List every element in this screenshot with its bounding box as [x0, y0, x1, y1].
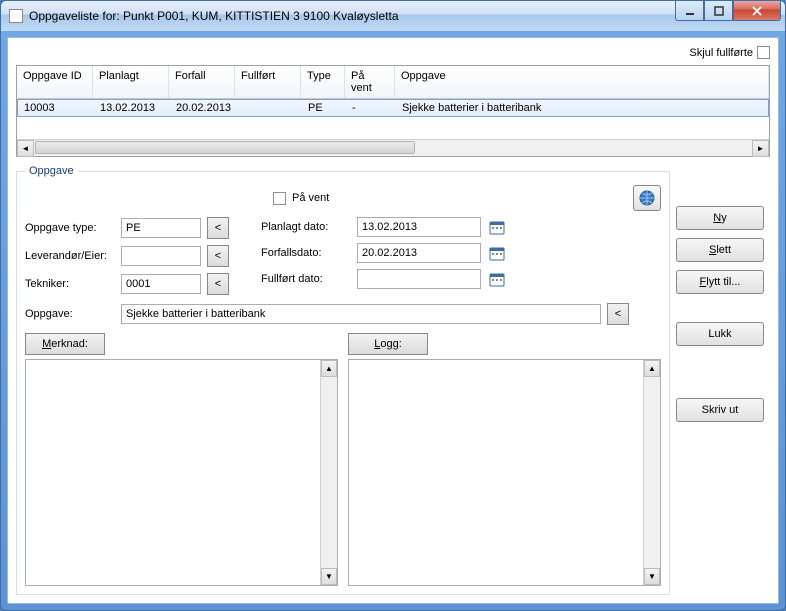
scroll-up-icon[interactable]: ▲	[321, 360, 337, 377]
calendar-icon	[489, 245, 505, 261]
col-due[interactable]: Forfall	[169, 66, 235, 98]
minimize-button[interactable]	[675, 1, 704, 21]
calendar-icon	[489, 219, 505, 235]
due-date-label: Forfallsdato:	[261, 247, 351, 259]
onhold-checkbox[interactable]	[273, 192, 286, 205]
table-row[interactable]: 10003 13.02.2013 20.02.2013 PE - Sjekke …	[17, 99, 769, 117]
completed-date-label: Fullført dato:	[261, 273, 351, 285]
tech-input[interactable]	[121, 274, 201, 294]
col-onhold[interactable]: På vent	[345, 66, 395, 98]
globe-button[interactable]	[633, 185, 661, 211]
col-planned[interactable]: Planlagt	[93, 66, 169, 98]
onhold-label: På vent	[292, 192, 329, 204]
cell-completed	[236, 100, 302, 116]
close-task-button[interactable]: Lukk	[676, 322, 764, 346]
minimize-icon	[685, 6, 695, 16]
planned-date-label: Planlagt dato:	[261, 221, 351, 233]
cell-task: Sjekke batterier i batteribank	[396, 100, 768, 116]
task-grid[interactable]: Oppgave ID Planlagt Forfall Fullført Typ…	[16, 65, 770, 157]
col-type[interactable]: Type	[301, 66, 345, 98]
cell-type: PE	[302, 100, 346, 116]
horizontal-scrollbar[interactable]: ◄ ►	[17, 139, 769, 156]
cell-due: 20.02.2013	[170, 100, 236, 116]
app-window: Oppgaveliste for: Punkt P001, KUM, KITTI…	[0, 0, 786, 611]
new-button[interactable]: Ny	[676, 206, 764, 230]
globe-icon	[638, 189, 656, 207]
titlebar[interactable]: Oppgaveliste for: Punkt P001, KUM, KITTI…	[1, 1, 785, 31]
scroll-thumb[interactable]	[35, 141, 415, 154]
hide-completed-label: Skjul fullførte	[689, 47, 753, 59]
vendor-label: Leverandør/Eier:	[25, 250, 115, 262]
planned-date-input[interactable]	[357, 217, 481, 237]
grid-header: Oppgave ID Planlagt Forfall Fullført Typ…	[17, 66, 769, 99]
due-calendar-button[interactable]	[487, 243, 507, 263]
maximize-button[interactable]	[704, 1, 733, 21]
planned-calendar-button[interactable]	[487, 217, 507, 237]
type-label: Oppgave type:	[25, 222, 115, 234]
window-controls	[675, 1, 781, 21]
form-grid: Oppgave type: < Leverandør/Eier: < Tekni…	[25, 217, 661, 295]
col-id[interactable]: Oppgave ID	[17, 66, 93, 98]
hide-completed-checkbox[interactable]	[757, 46, 770, 59]
cell-id: 10003	[18, 100, 94, 116]
task-input[interactable]	[121, 304, 601, 324]
task-label: Oppgave:	[25, 308, 115, 320]
scroll-right-icon[interactable]: ►	[752, 140, 769, 157]
col-task[interactable]: Oppgave	[395, 66, 769, 98]
cell-planned: 13.02.2013	[94, 100, 170, 116]
move-button[interactable]: Flytt til...	[676, 270, 764, 294]
note-button[interactable]: Merknad:	[25, 333, 105, 355]
app-icon	[9, 9, 23, 23]
log-scrollbar[interactable]: ▲ ▼	[643, 360, 660, 585]
close-icon	[751, 6, 763, 16]
notes-log-section: Merknad: ▲ ▼ Logg: ▲ ▼	[25, 333, 661, 586]
scroll-left-icon[interactable]: ◄	[17, 140, 34, 157]
scroll-track[interactable]	[34, 140, 752, 157]
task-legend: Oppgave	[25, 165, 78, 177]
close-button[interactable]	[733, 1, 781, 21]
action-buttons: Ny Slett Flytt til... Lukk Skriv ut	[676, 206, 764, 422]
onhold-row: På vent	[273, 192, 329, 205]
tech-lookup-button[interactable]: <	[207, 273, 229, 295]
client-area: Skjul fullførte Oppgave ID Planlagt Forf…	[7, 37, 779, 604]
col-completed[interactable]: Fullført	[235, 66, 301, 98]
grid-body: 10003 13.02.2013 20.02.2013 PE - Sjekke …	[17, 99, 769, 139]
task-details: Oppgave På vent Oppgave type: <	[16, 165, 670, 595]
log-button[interactable]: Logg:	[348, 333, 428, 355]
type-input[interactable]	[121, 218, 201, 238]
note-scrollbar[interactable]: ▲ ▼	[320, 360, 337, 585]
note-textarea[interactable]: ▲ ▼	[25, 359, 338, 586]
completed-calendar-button[interactable]	[487, 269, 507, 289]
scroll-down-icon[interactable]: ▼	[644, 568, 660, 585]
type-lookup-button[interactable]: <	[207, 217, 229, 239]
maximize-icon	[714, 6, 724, 16]
scroll-down-icon[interactable]: ▼	[321, 568, 337, 585]
vendor-input[interactable]	[121, 246, 201, 266]
delete-button[interactable]: Slett	[676, 238, 764, 262]
completed-date-input[interactable]	[357, 269, 481, 289]
print-button[interactable]: Skriv ut	[676, 398, 764, 422]
top-options: Skjul fullførte	[16, 46, 770, 59]
task-lookup-button[interactable]: <	[607, 303, 629, 325]
scroll-up-icon[interactable]: ▲	[644, 360, 660, 377]
tech-label: Tekniker:	[25, 278, 115, 290]
vendor-lookup-button[interactable]: <	[207, 245, 229, 267]
log-textarea[interactable]: ▲ ▼	[348, 359, 661, 586]
calendar-icon	[489, 271, 505, 287]
cell-onhold: -	[346, 100, 396, 116]
window-title: Oppgaveliste for: Punkt P001, KUM, KITTI…	[29, 9, 675, 23]
due-date-input[interactable]	[357, 243, 481, 263]
